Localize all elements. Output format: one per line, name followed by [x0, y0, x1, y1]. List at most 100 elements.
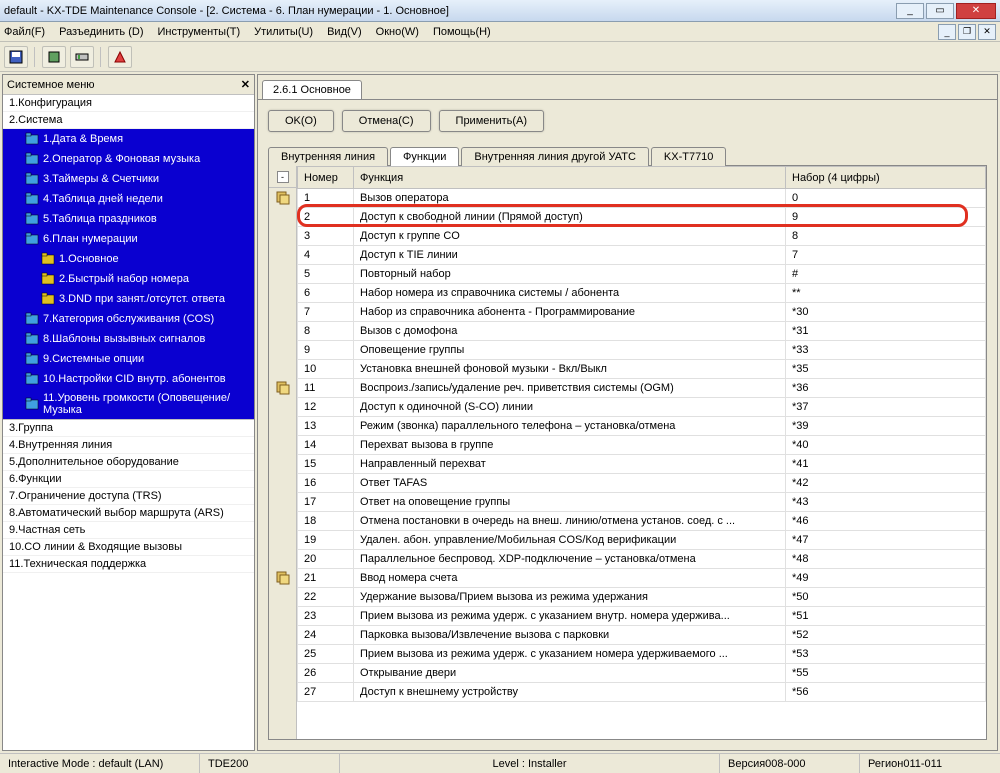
tree-item[interactable]: 3.Таймеры & Счетчики	[3, 169, 254, 189]
table-row[interactable]: 14Перехват вызова в группе*40	[298, 436, 986, 455]
table-row[interactable]: 25Прием вызова из режима удерж. с указан…	[298, 645, 986, 664]
tree-item[interactable]: 4.Таблица дней недели	[3, 189, 254, 209]
tree-root[interactable]: 4.Внутренняя линия	[3, 437, 254, 454]
copy-icon[interactable]	[269, 378, 296, 397]
tab-main[interactable]: 2.6.1 Основное	[262, 80, 362, 99]
menu-disconnect[interactable]: Разъединить (D)	[59, 26, 143, 38]
tree-item[interactable]: 5.Таблица праздников	[3, 209, 254, 229]
subtab[interactable]: KX-T7710	[651, 147, 727, 166]
mdi-close[interactable]: ✕	[978, 24, 996, 40]
tree-item[interactable]: 9.Системные опции	[3, 349, 254, 369]
table-row[interactable]: 21Ввод номера счета*49	[298, 569, 986, 588]
table-row[interactable]: 2Доступ к свободной линии (Прямой доступ…	[298, 208, 986, 227]
sidebar-close-icon[interactable]: ✕	[241, 78, 250, 91]
tree-item[interactable]: 6.План нумерации	[3, 229, 254, 249]
menu-file[interactable]: Файл(F)	[4, 26, 45, 38]
tree-item-label: 9.Системные опции	[43, 353, 144, 365]
tool1-icon[interactable]	[42, 46, 66, 68]
tool2-icon[interactable]	[70, 46, 94, 68]
tree-item[interactable]: 3.DND при занят./отсутст. ответа	[3, 289, 254, 309]
tree-root[interactable]: 5.Дополнительное оборудование	[3, 454, 254, 471]
menu-view[interactable]: Вид(V)	[327, 26, 362, 38]
table-row[interactable]: 8Вызов с домофона*31	[298, 322, 986, 341]
subtab[interactable]: Функции	[390, 147, 459, 166]
tree-item[interactable]: 10.Настройки CID внутр. абонентов	[3, 369, 254, 389]
subtab[interactable]: Внутренняя линия	[268, 147, 388, 166]
menu-window[interactable]: Окно(W)	[376, 26, 419, 38]
table-row[interactable]: 24Парковка вызова/Извлечение вызова с па…	[298, 626, 986, 645]
tree-root[interactable]: 3.Группа	[3, 420, 254, 437]
subtab[interactable]: Внутренняя линия другой УАТС	[461, 147, 649, 166]
maximize-button[interactable]: ▭	[926, 3, 954, 19]
tree-item-label: 2.Быстрый набор номера	[59, 273, 189, 285]
tree-root[interactable]: 2.Система	[3, 112, 254, 129]
table-row[interactable]: 16Ответ TAFAS*42	[298, 474, 986, 493]
folder-icon	[25, 212, 39, 226]
table-row[interactable]: 5Повторный набор#	[298, 265, 986, 284]
close-button[interactable]: ✕	[956, 3, 996, 19]
table-row[interactable]: 7Набор из справочника абонента - Програм…	[298, 303, 986, 322]
tree-item-label: 10.Настройки CID внутр. абонентов	[43, 373, 226, 385]
copy-icon[interactable]	[269, 568, 296, 587]
table-row[interactable]: 6Набор номера из справочника системы / а…	[298, 284, 986, 303]
tree-item[interactable]: 2.Быстрый набор номера	[3, 269, 254, 289]
tree-root[interactable]: 6.Функции	[3, 471, 254, 488]
folder-icon	[41, 252, 55, 266]
tree-item-label: 7.Категория обслуживания (COS)	[43, 313, 214, 325]
menu-help[interactable]: Помощь(H)	[433, 26, 491, 38]
tree: 1.Конфигурация2.Система1.Дата & Время2.О…	[3, 95, 254, 750]
table-row[interactable]: 26Открывание двери*55	[298, 664, 986, 683]
menu-tools[interactable]: Инструменты(T)	[158, 26, 241, 38]
status-version: Версия008-000	[720, 754, 860, 773]
tree-item[interactable]: 1.Дата & Время	[3, 129, 254, 149]
table-row[interactable]: 1Вызов оператора0	[298, 189, 986, 208]
tree-item[interactable]: 7.Категория обслуживания (COS)	[3, 309, 254, 329]
col-number[interactable]: Номер	[298, 167, 354, 189]
save-icon[interactable]	[4, 46, 28, 68]
folder-icon	[25, 152, 39, 166]
table-row[interactable]: 11Воспроиз./запись/удаление реч. приветс…	[298, 379, 986, 398]
col-dial[interactable]: Набор (4 цифры)	[786, 167, 986, 189]
collapse-toggle[interactable]: -	[269, 166, 296, 188]
tree-root[interactable]: 7.Ограничение доступа (TRS)	[3, 488, 254, 505]
ok-button[interactable]: OK(O)	[268, 110, 334, 132]
tree-item[interactable]: 8.Шаблоны вызывных сигналов	[3, 329, 254, 349]
col-function[interactable]: Функция	[354, 167, 786, 189]
table-row[interactable]: 27Доступ к внешнему устройству*56	[298, 683, 986, 702]
cancel-button[interactable]: Отмена(C)	[342, 110, 431, 132]
folder-icon	[25, 312, 39, 326]
tree-item[interactable]: 2.Оператор & Фоновая музыка	[3, 149, 254, 169]
tree-item-label: 6.План нумерации	[43, 233, 138, 245]
tree-root[interactable]: 9.Частная сеть	[3, 522, 254, 539]
tree-root[interactable]: 8.Автоматический выбор маршрута (ARS)	[3, 505, 254, 522]
table-row[interactable]: 10Установка внешней фоновой музыки - Вкл…	[298, 360, 986, 379]
table-row[interactable]: 15Направленный перехват*41	[298, 455, 986, 474]
copy-icon[interactable]	[269, 188, 296, 207]
table-row[interactable]: 9Оповещение группы*33	[298, 341, 986, 360]
tree-item-label: 5.Таблица праздников	[43, 213, 157, 225]
folder-icon	[41, 272, 55, 286]
tree-root[interactable]: 11.Техническая поддержка	[3, 556, 254, 573]
table-row[interactable]: 19Удален. абон. управление/Мобильная COS…	[298, 531, 986, 550]
table-row[interactable]: 13Режим (звонка) параллельного телефона …	[298, 417, 986, 436]
tree-root[interactable]: 1.Конфигурация	[3, 95, 254, 112]
apply-button[interactable]: Применить(A)	[439, 110, 545, 132]
tree-item-label: 3.Таймеры & Счетчики	[43, 173, 159, 185]
mdi-minimize[interactable]: _	[938, 24, 956, 40]
table-row[interactable]: 23Прием вызова из режима удерж. с указан…	[298, 607, 986, 626]
minimize-button[interactable]: _	[896, 3, 924, 19]
table-row[interactable]: 17Ответ на оповещение группы*43	[298, 493, 986, 512]
tree-item-label: 11.Уровень громкости (Оповещение/Музыка	[43, 392, 248, 416]
table-row[interactable]: 18Отмена постановки в очередь на внеш. л…	[298, 512, 986, 531]
tree-item[interactable]: 11.Уровень громкости (Оповещение/Музыка	[3, 389, 254, 419]
tool3-icon[interactable]	[108, 46, 132, 68]
table-row[interactable]: 20Параллельное беспровод. XDP-подключени…	[298, 550, 986, 569]
table-row[interactable]: 3Доступ к группе CO8	[298, 227, 986, 246]
menu-utilities[interactable]: Утилиты(U)	[254, 26, 313, 38]
tree-root[interactable]: 10.CO линии & Входящие вызовы	[3, 539, 254, 556]
mdi-restore[interactable]: ❐	[958, 24, 976, 40]
table-row[interactable]: 22Удержание вызова/Прием вызова из режим…	[298, 588, 986, 607]
tree-item[interactable]: 1.Основное	[3, 249, 254, 269]
table-row[interactable]: 4Доступ к TIE линии7	[298, 246, 986, 265]
table-row[interactable]: 12Доступ к одиночной (S-CO) линии*37	[298, 398, 986, 417]
